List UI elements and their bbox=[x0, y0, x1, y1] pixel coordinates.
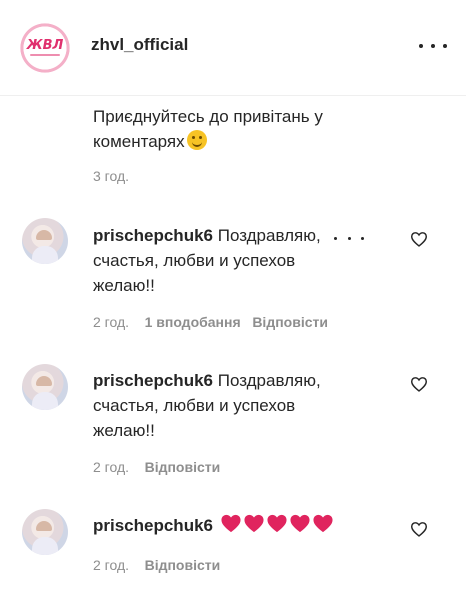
caption-body: Приєднуйтесь до привітань у коментарях bbox=[93, 107, 323, 151]
red-heart-emoji-icon bbox=[267, 514, 287, 533]
comment-time: 2 год. bbox=[93, 557, 130, 573]
red-heart-emoji-icon bbox=[290, 514, 310, 533]
comment-time: 2 год. bbox=[93, 314, 130, 330]
commenter-avatar[interactable] bbox=[22, 509, 68, 555]
comment-2-text: prischepchuk6 Поздравляю, счастья, любви… bbox=[93, 368, 343, 443]
account-avatar[interactable]: ЖВЛ bbox=[18, 21, 72, 75]
red-hearts-emoji-icons bbox=[220, 513, 335, 540]
comment-author[interactable]: prischepchuk6 bbox=[93, 371, 213, 390]
post-header: ЖВЛ zhvl_official bbox=[0, 0, 466, 96]
like-heart-icon[interactable] bbox=[409, 519, 429, 539]
reply-button[interactable]: Відповісти bbox=[252, 314, 328, 330]
winking-face-emoji-icon bbox=[186, 130, 207, 150]
comment-3-meta: 2 год. Відповісти bbox=[93, 557, 220, 573]
more-dot bbox=[431, 44, 435, 48]
account-username[interactable]: zhvl_official bbox=[91, 35, 188, 55]
red-heart-emoji-icon bbox=[221, 514, 241, 533]
more-dot bbox=[443, 44, 447, 48]
comment-author[interactable]: prischepchuk6 bbox=[93, 516, 213, 535]
comment-likes-count[interactable]: 1 вподобання bbox=[145, 314, 241, 330]
options-dot bbox=[361, 236, 364, 240]
comment-author[interactable]: prischepchuk6 bbox=[93, 226, 213, 245]
caption-time: 3 год. bbox=[93, 168, 130, 184]
comment-1-meta: 2 год. 1 вподобання Відповісти bbox=[93, 314, 328, 330]
comment-3-text: prischepchuk6 bbox=[93, 513, 393, 540]
like-heart-icon[interactable] bbox=[409, 229, 429, 249]
caption-text: Приєднуйтесь до привітань у коментарях bbox=[93, 104, 393, 154]
more-dot bbox=[419, 44, 423, 48]
red-heart-emoji-icon bbox=[244, 514, 264, 533]
comment-time: 2 год. bbox=[93, 459, 130, 475]
options-dot bbox=[347, 236, 351, 240]
reply-button[interactable]: Відповісти bbox=[145, 557, 221, 573]
like-heart-icon[interactable] bbox=[409, 374, 429, 394]
comment-2-meta: 2 год. Відповісти bbox=[93, 459, 220, 475]
comment-options-icon[interactable] bbox=[334, 233, 364, 243]
options-dot bbox=[334, 236, 337, 240]
more-options-icon[interactable] bbox=[419, 36, 447, 56]
avatar-logo-underline bbox=[30, 54, 60, 56]
avatar-logo-text: ЖВЛ bbox=[26, 38, 64, 53]
commenter-avatar[interactable] bbox=[22, 364, 68, 410]
red-heart-emoji-icon bbox=[313, 514, 333, 533]
reply-button[interactable]: Відповісти bbox=[145, 459, 221, 475]
comment-1-text: prischepchuk6 Поздравляю, счастья, любви… bbox=[93, 223, 343, 298]
commenter-avatar[interactable] bbox=[22, 218, 68, 264]
